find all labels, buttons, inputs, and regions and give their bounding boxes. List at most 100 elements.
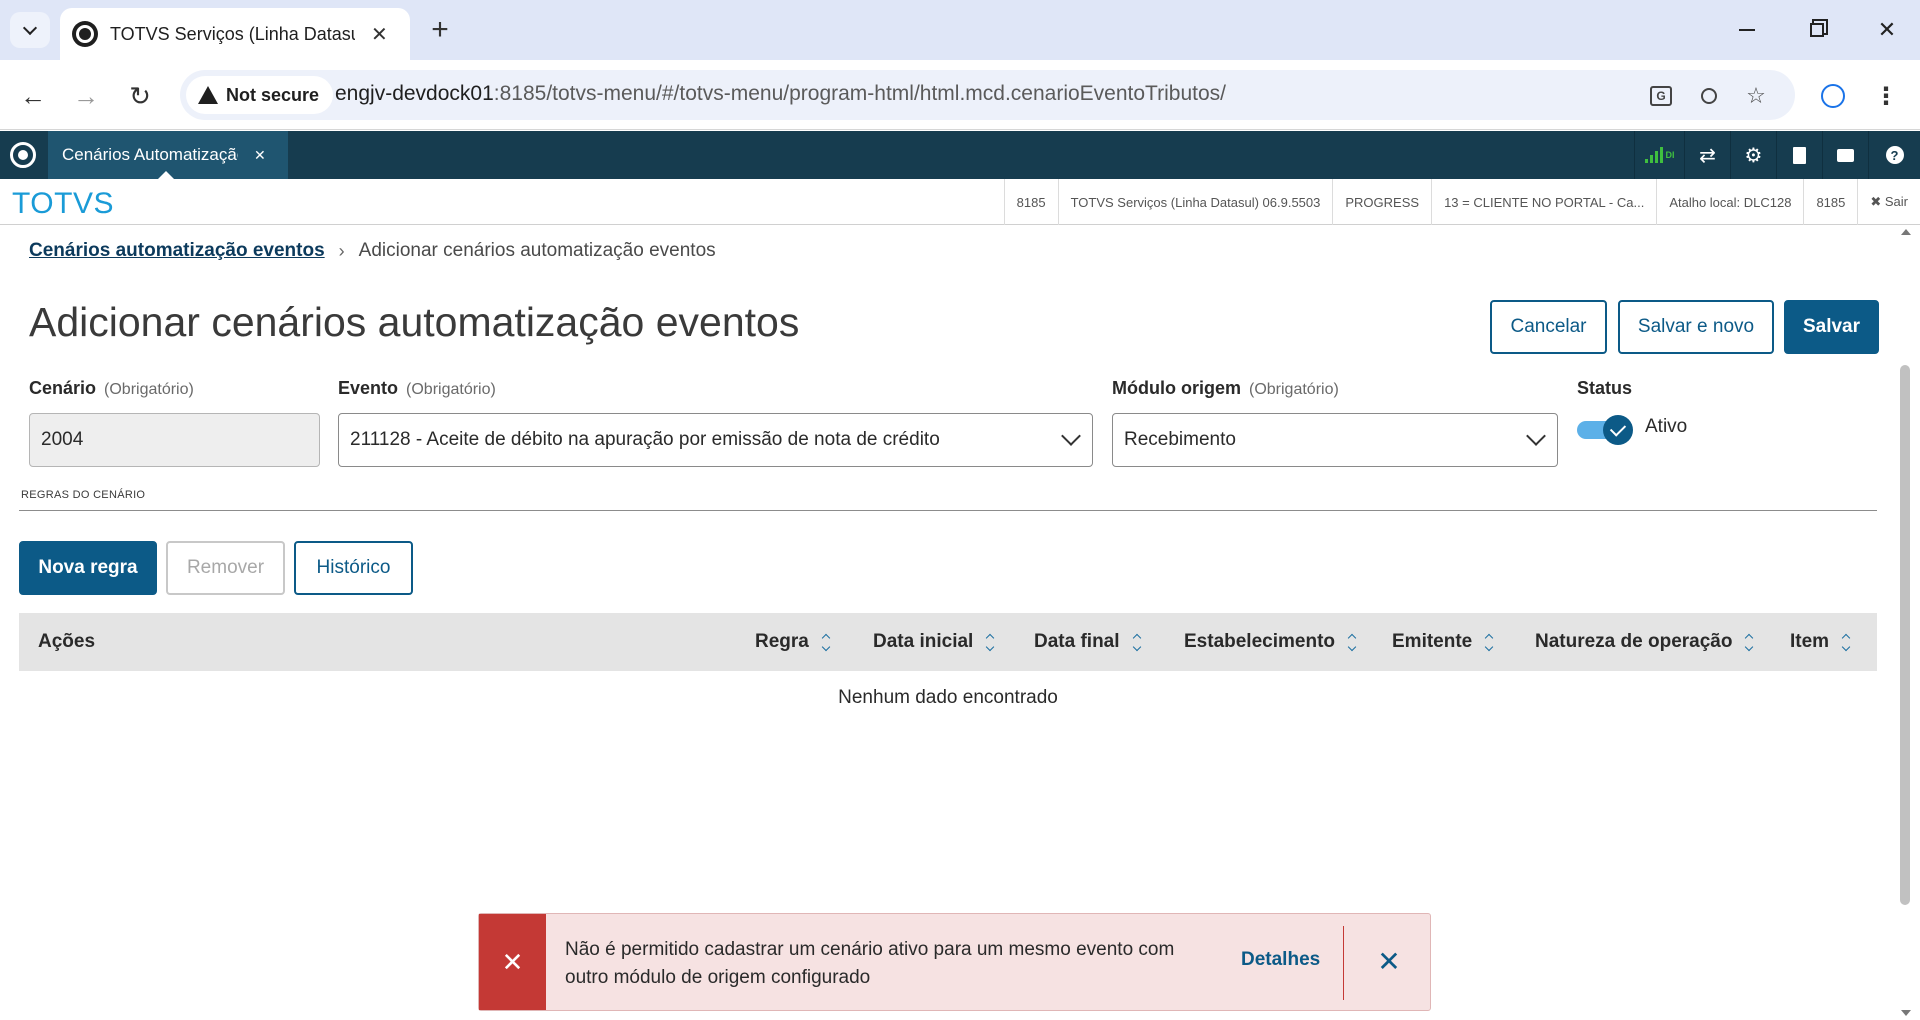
chevron-right-icon: ›: [338, 240, 345, 261]
tab-search-button[interactable]: [10, 12, 50, 48]
page-scrollbar[interactable]: [1898, 225, 1912, 1020]
new-rule-button[interactable]: Nova regra: [19, 541, 157, 595]
document-icon[interactable]: [1776, 131, 1822, 179]
help-icon[interactable]: ?: [1868, 131, 1920, 179]
close-tab-icon[interactable]: ✕: [371, 22, 388, 47]
gear-icon[interactable]: ⚙: [1730, 131, 1776, 179]
column-data-final-label: Data final: [1034, 631, 1120, 652]
cenario-label: Cenário (Obrigatório): [29, 378, 194, 399]
address-bar[interactable]: Not secure engjv-devdock01:8185/totvs-me…: [180, 70, 1795, 120]
cenario-field[interactable]: 2004: [29, 413, 320, 467]
check-icon: [1603, 415, 1633, 445]
info-database: PROGRESS: [1332, 179, 1431, 225]
scroll-up-icon[interactable]: [1901, 229, 1911, 235]
sort-icon: [1347, 633, 1357, 651]
close-app-tab-icon[interactable]: ✕: [254, 147, 266, 164]
error-toast: ✕ Não é permitido cadastrar um cenário a…: [478, 913, 1431, 1011]
url-host: engjv-devdock01: [335, 82, 494, 105]
save-button[interactable]: Salvar: [1784, 300, 1879, 354]
info-port-2: 8185: [1803, 179, 1857, 225]
browser-tab-strip: TOTVS Serviços (Linha Datasul) ✕ + ✕: [0, 0, 1920, 60]
column-natureza-operacao[interactable]: Natureza de operação: [1535, 613, 1754, 671]
sort-icon: [1745, 633, 1754, 651]
close-window-button[interactable]: ✕: [1862, 12, 1912, 48]
zoom-out-icon[interactable]: [1693, 80, 1725, 112]
new-tab-button[interactable]: +: [422, 12, 458, 48]
remove-rule-button[interactable]: Remover: [166, 541, 285, 595]
info-company[interactable]: 13 = CLIENTE NO PORTAL - Ca...: [1431, 179, 1656, 225]
connection-status[interactable]: DI: [1634, 131, 1684, 179]
site-info-chip[interactable]: Not secure: [186, 76, 334, 114]
translate-icon[interactable]: G: [1645, 80, 1677, 112]
toast-details-button[interactable]: Detalhes: [1241, 949, 1320, 971]
history-button[interactable]: Histórico: [294, 541, 413, 595]
kebab-menu-icon: ⋮: [1874, 82, 1898, 110]
url-path: :8185/totvs-menu/#/totvs-menu/program-ht…: [493, 82, 1226, 105]
column-emitente-label: Emitente: [1392, 631, 1473, 652]
breadcrumb-current: Adicionar cenários automatização eventos: [358, 240, 716, 261]
browser-menu-button[interactable]: ⋮: [1866, 76, 1906, 116]
modulo-select[interactable]: Recebimento: [1112, 413, 1558, 467]
evento-label-text: Evento: [338, 378, 399, 398]
back-arrow-icon: ←: [20, 80, 46, 111]
restore-window-button[interactable]: [1792, 12, 1842, 48]
evento-value: 211128 - Aceite de débito na apuração po…: [350, 429, 940, 450]
star-icon[interactable]: ☆: [1740, 80, 1772, 112]
close-toast-icon[interactable]: ✕: [1371, 943, 1407, 979]
sort-icon: [1485, 633, 1494, 651]
minimize-window-button[interactable]: [1722, 12, 1772, 48]
reload-button[interactable]: ↻: [120, 76, 160, 116]
column-emitente[interactable]: Emitente: [1392, 613, 1494, 671]
column-item-label: Item: [1790, 631, 1830, 652]
scroll-down-icon[interactable]: [1901, 1010, 1911, 1016]
session-info: 8185 TOTVS Serviços (Linha Datasul) 06.9…: [1003, 179, 1920, 225]
error-icon: ✕: [479, 914, 546, 1010]
column-data-final[interactable]: Data final: [1034, 613, 1141, 671]
app-infobar: TOTVS 8185 TOTVS Serviços (Linha Datasul…: [0, 179, 1920, 225]
brand-logo[interactable]: TOTVS: [12, 187, 114, 221]
column-regra-label: Regra: [755, 631, 809, 652]
signal-icon: [1644, 147, 1663, 163]
browser-tab-active[interactable]: TOTVS Serviços (Linha Datasul) ✕: [60, 8, 410, 60]
info-shortcut: Atalho local: DLC128: [1656, 179, 1803, 225]
modulo-label: Módulo origem (Obrigatório): [1112, 378, 1339, 399]
evento-select[interactable]: 211128 - Aceite de débito na apuração po…: [338, 413, 1093, 467]
restore-icon: [1810, 23, 1824, 37]
column-estabelecimento[interactable]: Estabelecimento: [1184, 613, 1357, 671]
profile-button[interactable]: [1813, 76, 1853, 116]
status-toggle[interactable]: [1577, 415, 1633, 445]
sort-icon: [986, 633, 995, 651]
close-icon: ✕: [1877, 17, 1897, 42]
shuffle-icon[interactable]: ⇄: [1684, 131, 1730, 179]
app-topbar: Cenários Automatização eventos ✕ DI ⇄ ⚙ …: [0, 131, 1920, 179]
empty-table-message: Nenhum dado encontrado: [838, 687, 1058, 708]
app-tab-cenarios[interactable]: Cenários Automatização eventos ✕: [48, 131, 288, 179]
save-and-new-button[interactable]: Salvar e novo: [1618, 300, 1774, 354]
minimize-icon: [1739, 29, 1755, 31]
logout-button[interactable]: ✖ Sair: [1857, 179, 1920, 225]
forward-button[interactable]: →: [66, 76, 106, 116]
chat-icon[interactable]: [1822, 131, 1868, 179]
account-icon: [1821, 84, 1845, 108]
modulo-label-text: Módulo origem: [1112, 378, 1241, 398]
chevron-down-icon: [1061, 426, 1081, 446]
sort-icon: [1132, 633, 1141, 651]
breadcrumb-parent-link[interactable]: Cenários automatização eventos: [29, 240, 325, 262]
back-button[interactable]: ←: [13, 76, 53, 116]
breadcrumb: Cenários automatização eventos › Adicion…: [29, 240, 716, 262]
sort-icon: [821, 633, 831, 651]
reload-icon: ↻: [129, 80, 151, 111]
evento-required-hint: (Obrigatório): [406, 381, 496, 398]
url-text[interactable]: engjv-devdock01:8185/totvs-menu/#/totvs-…: [335, 82, 1226, 106]
column-data-inicial[interactable]: Data inicial: [873, 613, 995, 671]
column-regra[interactable]: Regra: [755, 613, 831, 671]
rules-section-label: REGRAS DO CENÁRIO: [21, 489, 146, 501]
column-data-inicial-label: Data inicial: [873, 631, 974, 652]
totvs-logo-icon[interactable]: [10, 142, 36, 168]
section-divider: [19, 510, 1877, 511]
column-item[interactable]: Item: [1790, 613, 1851, 671]
cancel-button[interactable]: Cancelar: [1490, 300, 1607, 354]
toast-message: Não é permitido cadastrar um cenário ati…: [565, 939, 1175, 988]
scroll-thumb[interactable]: [1900, 365, 1910, 905]
rules-table-header: Ações Regra Data inicial Data final Esta…: [19, 613, 1877, 671]
